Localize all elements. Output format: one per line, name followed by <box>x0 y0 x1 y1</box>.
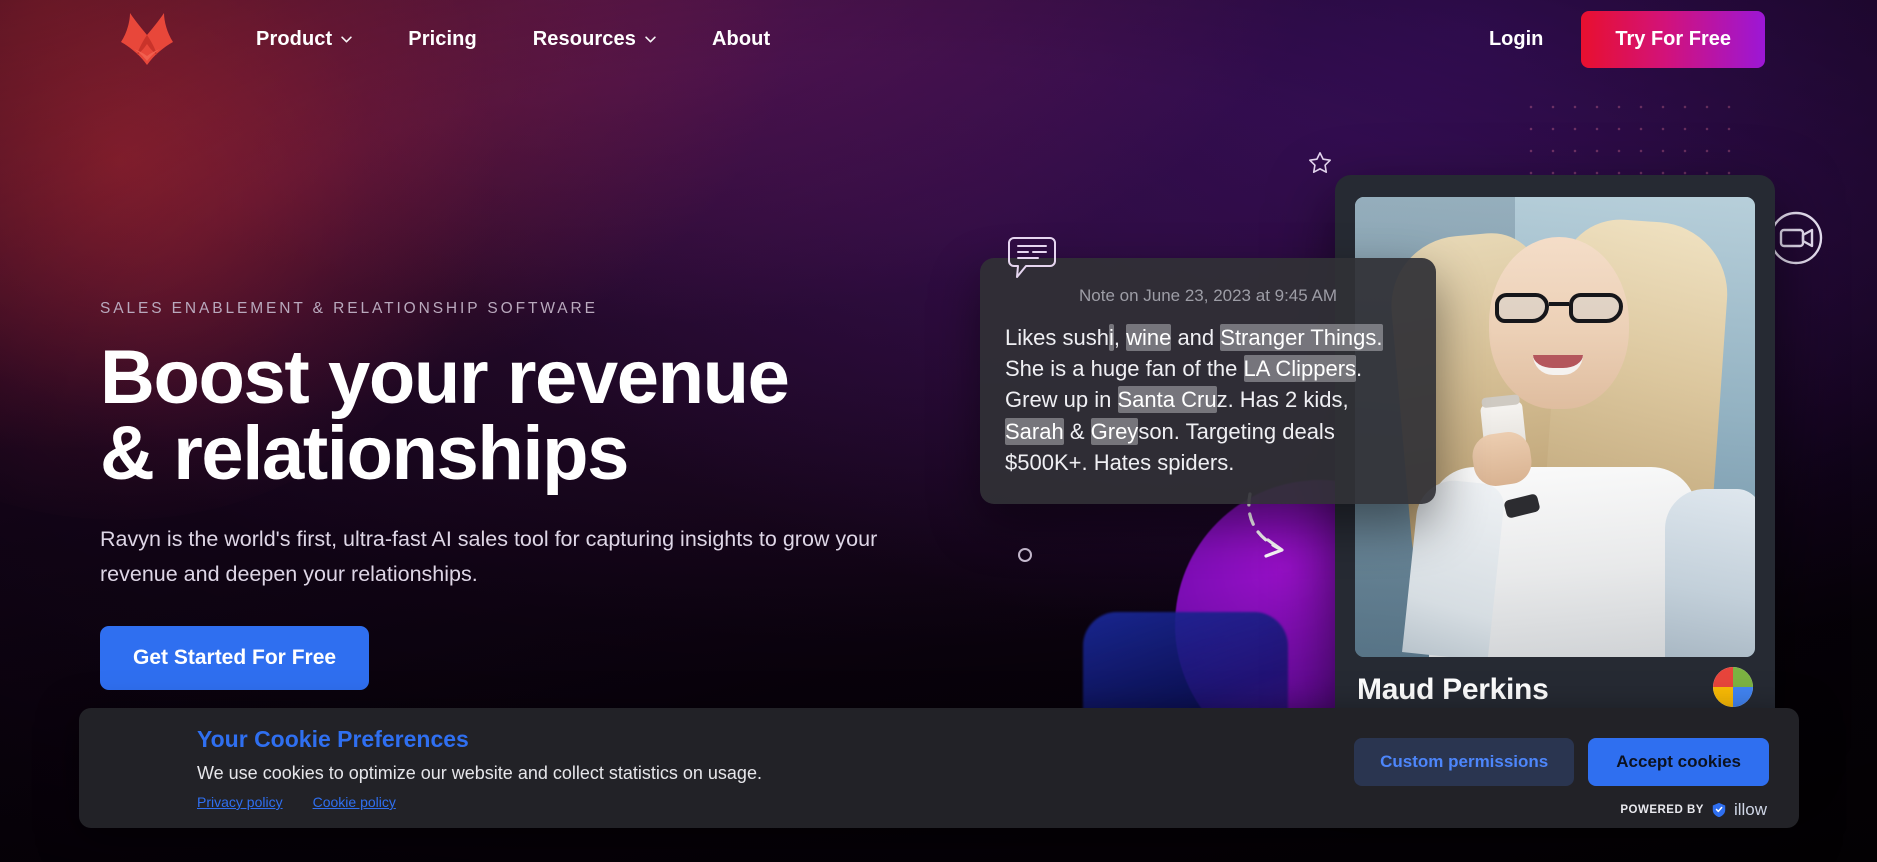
privacy-policy-link[interactable]: Privacy policy <box>197 794 283 810</box>
note-card-wrapper: Note on June 23, 2023 at 9:45 AM Likes s… <box>980 237 1436 505</box>
cookie-policy-links: Privacy policy Cookie policy <box>197 794 762 810</box>
headline-line-1: Boost your revenue <box>100 335 790 420</box>
try-for-free-button[interactable]: Try For Free <box>1581 10 1765 68</box>
eyeglasses <box>1495 293 1623 323</box>
chevron-down-icon <box>341 35 352 43</box>
nav-label: Resources <box>532 27 636 50</box>
ravyn-wings-logo[interactable] <box>118 11 176 67</box>
login-link[interactable]: Login <box>1489 28 1543 51</box>
headline-line-2: & relationships <box>100 411 629 496</box>
cookie-banner-actions: Custom permissions Accept cookies <box>1354 738 1769 786</box>
site-header: Product Pricing Resources About Login Tr… <box>0 0 1877 78</box>
hero-eyebrow: SALES ENABLEMENT & RELATIONSHIP SOFTWARE <box>100 300 598 317</box>
accept-cookies-button[interactable]: Accept cookies <box>1588 738 1769 786</box>
get-started-for-free-button[interactable]: Get Started For Free <box>100 625 370 690</box>
powered-by-illow: POWERED BY illow <box>1620 800 1767 820</box>
nav-item-product[interactable]: Product <box>256 28 352 51</box>
nav-label: About <box>711 27 771 50</box>
contact-name: Maud Perkins <box>1357 673 1549 706</box>
header-actions: Login Try For Free <box>1489 10 1765 68</box>
cookie-consent-banner: Your Cookie Preferences We use cookies t… <box>79 708 1799 828</box>
nav-label: Pricing <box>408 27 477 50</box>
custom-permissions-button[interactable]: Custom permissions <box>1354 738 1575 786</box>
hero-section: SALES ENABLEMENT & RELATIONSHIP SOFTWARE… <box>100 300 980 690</box>
illow-brand-name: illow <box>1733 800 1767 819</box>
note-body: Likes sushi, wine and Stranger Things. S… <box>1005 324 1383 475</box>
illow-shield-icon <box>1712 802 1726 818</box>
chevron-down-icon <box>645 35 656 43</box>
nav-label: Product <box>256 27 333 50</box>
nav-item-resources[interactable]: Resources <box>533 28 656 51</box>
page-title: Boost your revenue & relationships <box>100 340 980 492</box>
speech-bubble-icon <box>1004 230 1060 286</box>
cookie-banner-title: Your Cookie Preferences <box>197 726 469 752</box>
nav-item-pricing[interactable]: Pricing <box>408 28 477 51</box>
note-card[interactable]: Note on June 23, 2023 at 9:45 AM Likes s… <box>980 258 1436 505</box>
nav-item-about[interactable]: About <box>712 28 770 51</box>
google-contacts-icon <box>1713 667 1753 707</box>
primary-navigation: Product Pricing Resources About <box>256 28 770 51</box>
powered-by-label: POWERED BY <box>1620 804 1704 816</box>
hero-subtext: Ravyn is the world's first, ultra-fast A… <box>100 527 878 586</box>
cookie-banner-text: Your Cookie Preferences We use cookies t… <box>197 726 762 810</box>
note-timestamp: Note on June 23, 2023 at 9:45 AM <box>1078 286 1338 305</box>
cookie-banner-description: We use cookies to optimize our website a… <box>197 763 762 783</box>
cookie-policy-link[interactable]: Cookie policy <box>313 794 396 810</box>
